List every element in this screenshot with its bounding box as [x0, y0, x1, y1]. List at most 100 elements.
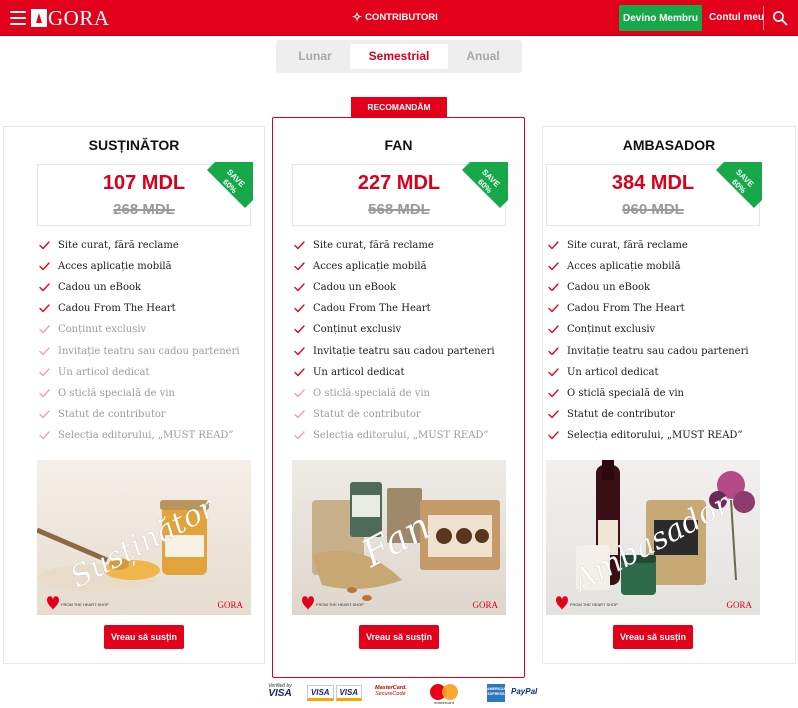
price-box: 227 MDL 568 MDL SAVE 60%	[292, 162, 508, 226]
feature-item: Acces aplicație mobilă	[39, 256, 240, 277]
plan-gift-photo: Fan FROM THE HEART SHOP GORA	[292, 460, 506, 615]
plan-title: SUSȚINĂTOR	[88, 137, 180, 153]
feature-label: Cadou un eBook	[58, 282, 142, 294]
tab-lunar[interactable]: Lunar	[282, 44, 348, 69]
feature-item: Cadou From The Heart	[39, 298, 240, 319]
check-icon	[548, 283, 559, 292]
header-divider	[763, 6, 764, 30]
feature-label: Cadou From The Heart	[313, 303, 431, 315]
save-badge: SAVE60%	[716, 162, 762, 208]
check-icon	[39, 367, 50, 376]
feature-item: O sticlă specială de vin	[39, 383, 240, 404]
plan-title: AMBASADOR	[622, 137, 716, 153]
tab-semestrial[interactable]: Semestrial	[350, 44, 448, 69]
feature-item: Conținut exclusiv	[39, 319, 240, 340]
feature-item: Site curat, fără reclame	[39, 235, 240, 256]
check-icon	[548, 431, 559, 440]
feature-label: Acces aplicație mobilă	[58, 261, 172, 273]
feature-item: Statut de contributor	[39, 404, 240, 425]
feature-item: Acces aplicație mobilă	[548, 256, 749, 277]
check-icon	[294, 410, 305, 418]
check-icon	[294, 262, 305, 271]
agora-watermark: GORA	[217, 600, 243, 610]
check-icon	[548, 325, 559, 334]
support-button[interactable]: Vreau să susțin	[359, 625, 439, 649]
feature-item: Un articol dedicat	[548, 362, 749, 383]
price-box: 107 MDL 268 MDL SAVE 60%	[37, 162, 253, 226]
feature-label: Invitație teatru sau cadou parteneri	[313, 345, 495, 357]
check-icon	[548, 389, 559, 397]
check-icon	[39, 410, 50, 418]
shop-brand-label: FROM THE HEART SHOP	[316, 602, 364, 607]
check-icon	[39, 241, 50, 250]
agora-watermark: GORA	[726, 600, 752, 610]
feature-item: Invitație teatru sau cadou parteneri	[548, 340, 749, 361]
amex-logo: AMERICAN EXPRESS	[487, 684, 506, 702]
check-icon	[39, 304, 50, 313]
feature-list: Site curat, fără reclame Acces aplicație …	[548, 235, 749, 446]
gift-photo-illustration: AmbasadorFROM THE HEART SHOP GORA	[546, 460, 760, 615]
feature-label: Site curat, fără reclame	[313, 240, 434, 252]
become-member-button[interactable]: Devino Membru	[619, 5, 702, 31]
save-badge: SAVE60%	[462, 162, 508, 208]
plan-card: FAN 227 MDL 568 MDL SAVE 60% Site curat, făr…	[272, 117, 525, 678]
feature-label: O sticlă specială de vin	[313, 387, 431, 399]
menu-icon[interactable]	[10, 11, 26, 25]
feature-label: O sticlă specială de vin	[58, 387, 176, 399]
feature-label: Un articol dedicat	[313, 366, 405, 378]
feature-item: O sticlă specială de vin	[548, 383, 749, 404]
feature-item: Cadou From The Heart	[548, 298, 749, 319]
feature-label: Site curat, fără reclame	[58, 240, 179, 252]
feature-item: Selecția editorului, „MUST READ”	[548, 425, 749, 446]
feature-item: Invitație teatru sau cadou parteneri	[39, 340, 240, 361]
logo-mark	[31, 9, 47, 27]
search-icon[interactable]	[772, 10, 788, 26]
plan-gift-photo: Ambasador FROM THE HEART SHOP GORA	[546, 460, 760, 615]
account-link[interactable]: Contul meu	[709, 12, 764, 23]
shop-brand-label: FROM THE HEART SHOP	[61, 602, 109, 607]
check-icon	[294, 241, 305, 250]
check-icon	[39, 283, 50, 292]
billing-period-tabs: Lunar Semestrial Anual	[276, 40, 522, 73]
feature-list: Site curat, fără reclame Acces aplicație …	[294, 235, 495, 446]
feature-label: Invitație teatru sau cadou parteneri	[567, 345, 749, 357]
feature-item: Cadou un eBook	[548, 277, 749, 298]
logo-text: GORA	[48, 6, 110, 30]
feature-label: Invitație teatru sau cadou parteneri	[58, 345, 240, 357]
feature-item: Un articol dedicat	[39, 362, 240, 383]
visa-logo: VISA VISA	[307, 685, 362, 701]
feature-label: O sticlă specială de vin	[567, 387, 685, 399]
contributors-link[interactable]: ✧ CONTRIBUTORI	[352, 11, 438, 23]
feature-item: Invitație teatru sau cadou parteneri	[294, 340, 495, 361]
agora-logo[interactable]: GORA	[31, 7, 110, 29]
check-icon	[294, 389, 305, 397]
check-icon	[294, 283, 305, 292]
plan-card: SUSȚINĂTOR 107 MDL 268 MDL SAVE 60% Site cur…	[3, 126, 265, 664]
feature-item: Conținut exclusiv	[294, 319, 495, 340]
support-button[interactable]: Vreau să susțin	[104, 625, 184, 649]
gift-photo-illustration: SusținătorFROM THE HEART SHOP GORA	[37, 460, 251, 615]
mastercard-logo: mastercard	[430, 684, 458, 705]
recommended-badge: RECOMANDĂM	[351, 97, 447, 117]
feature-item: Statut de contributor	[548, 404, 749, 425]
check-icon	[548, 346, 559, 355]
check-icon	[548, 262, 559, 271]
feature-item: O sticlă specială de vin	[294, 383, 495, 404]
feature-label: Un articol dedicat	[58, 366, 150, 378]
check-icon	[39, 346, 50, 355]
check-icon	[39, 262, 50, 271]
support-button[interactable]: Vreau să susțin	[613, 625, 693, 649]
tab-anual[interactable]: Anual	[450, 44, 516, 69]
feature-label: Acces aplicație mobilă	[313, 261, 427, 273]
paypal-logo: PayPal	[511, 687, 538, 696]
check-icon	[294, 346, 305, 355]
agora-watermark: GORA	[472, 600, 498, 610]
contributors-label: CONTRIBUTORI	[365, 11, 438, 23]
feature-item: Selecția editorului, „MUST READ”	[39, 425, 240, 446]
feature-label: Cadou From The Heart	[58, 303, 176, 315]
top-navbar: GORA ✧ CONTRIBUTORI Devino Membru Contul…	[0, 0, 798, 36]
shop-brand-label: FROM THE HEART SHOP	[570, 602, 618, 607]
check-icon	[548, 367, 559, 376]
feature-label: Site curat, fără reclame	[567, 240, 688, 252]
plan-title: FAN	[384, 137, 413, 153]
